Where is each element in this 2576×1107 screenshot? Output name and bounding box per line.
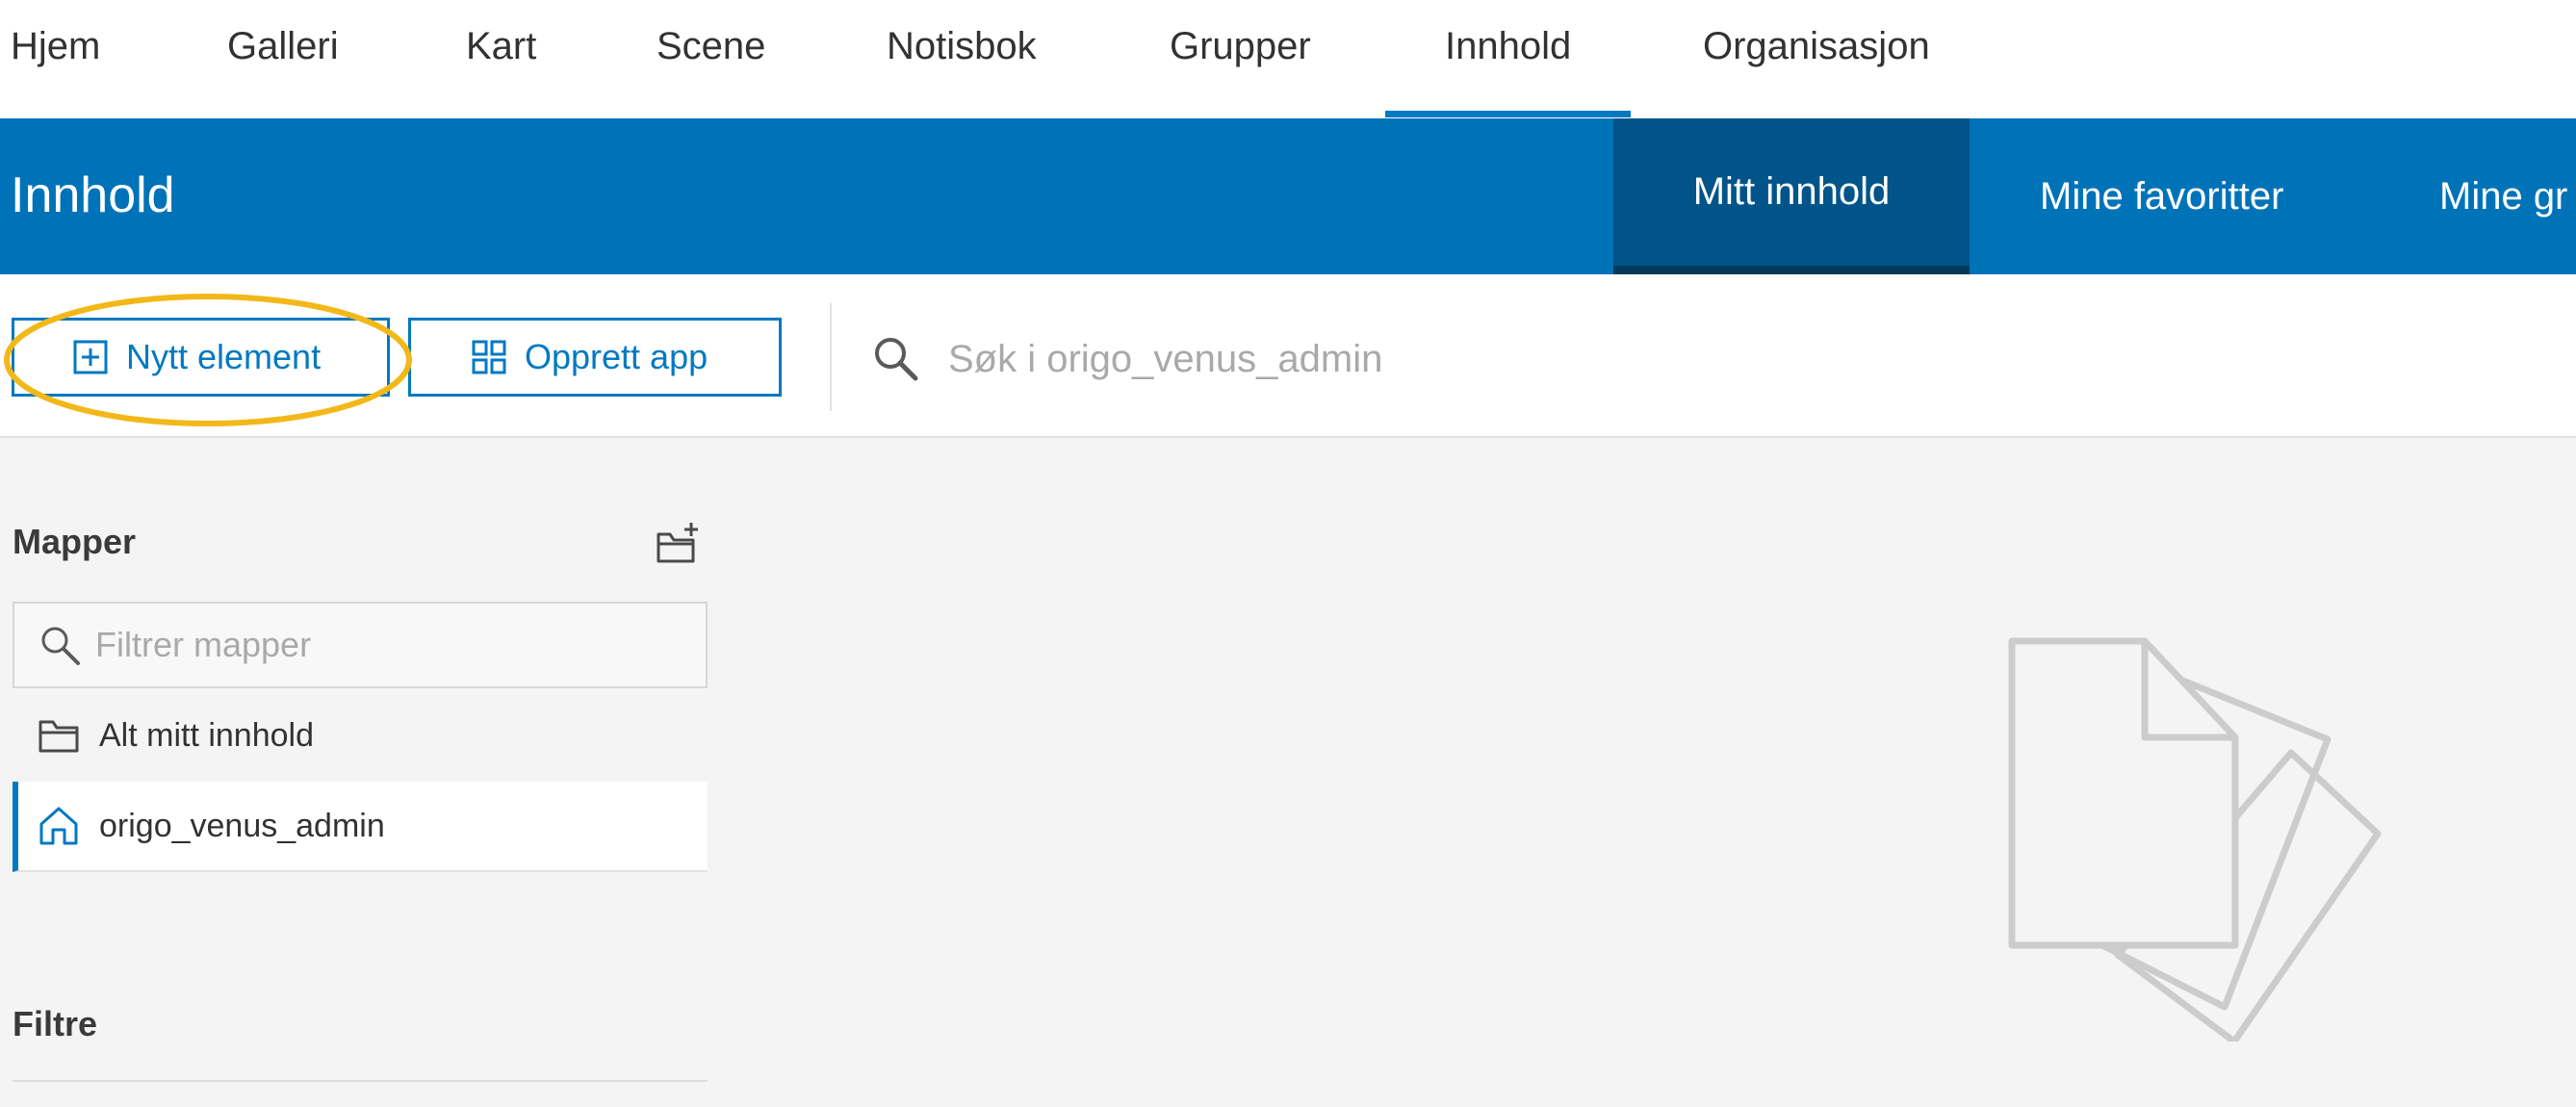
- content-header: Innhold Mitt innhold Mine favoritter Min…: [0, 118, 2576, 274]
- toolbar-divider: [830, 303, 832, 411]
- tab-my-content[interactable]: Mitt innhold: [1613, 118, 1970, 274]
- filters-title: Filtre: [13, 1004, 98, 1043]
- home-icon: [38, 805, 80, 847]
- create-app-label: Opprett app: [525, 337, 708, 376]
- nav-item-organization[interactable]: Organisasjon: [1703, 25, 1930, 68]
- page-title: Innhold: [11, 167, 175, 223]
- nav-item-map[interactable]: Kart: [466, 25, 536, 68]
- nav-item-groups[interactable]: Grupper: [1170, 25, 1311, 68]
- new-item-label: Nytt element: [126, 337, 322, 376]
- toolbar: Nytt element Opprett app: [0, 274, 2576, 438]
- search-icon: [38, 623, 82, 667]
- create-app-button[interactable]: Opprett app: [408, 318, 782, 397]
- tab-my-favorites[interactable]: Mine favoritter: [2040, 118, 2283, 274]
- folder-user-home[interactable]: origo_venus_admin: [13, 782, 708, 872]
- nav-item-scene[interactable]: Scene: [657, 25, 765, 68]
- folder-icon: [38, 714, 80, 757]
- nav-item-content[interactable]: Innhold: [1384, 25, 1632, 117]
- app-root: Hjem Galleri Kart Scene Notisbok Grupper…: [0, 0, 2576, 1107]
- tab-my-groups[interactable]: Mine gr: [2439, 118, 2567, 274]
- folder-all-content[interactable]: Alt mitt innhold: [13, 690, 708, 781]
- new-item-button[interactable]: Nytt element: [12, 318, 390, 397]
- folder-label: origo_venus_admin: [99, 807, 385, 844]
- nav-item-home[interactable]: Hjem: [11, 25, 100, 68]
- plus-square-icon: [72, 339, 109, 375]
- documents-icon: [2008, 637, 2382, 1042]
- filters-divider: [13, 1080, 708, 1082]
- folder-label: Alt mitt innhold: [99, 716, 314, 754]
- new-folder-icon[interactable]: [655, 521, 701, 567]
- folder-filter-input[interactable]: [95, 617, 692, 673]
- folder-filter-box: [13, 602, 708, 688]
- top-navigation: Hjem Galleri Kart Scene Notisbok Grupper…: [0, 0, 2576, 118]
- nav-item-notebook[interactable]: Notisbok: [887, 25, 1037, 68]
- content-search-input[interactable]: [948, 327, 2488, 391]
- nav-item-gallery[interactable]: Galleri: [227, 25, 339, 68]
- grid-icon: [471, 339, 507, 375]
- folders-title: Mapper: [13, 522, 137, 561]
- search-icon: [871, 334, 921, 384]
